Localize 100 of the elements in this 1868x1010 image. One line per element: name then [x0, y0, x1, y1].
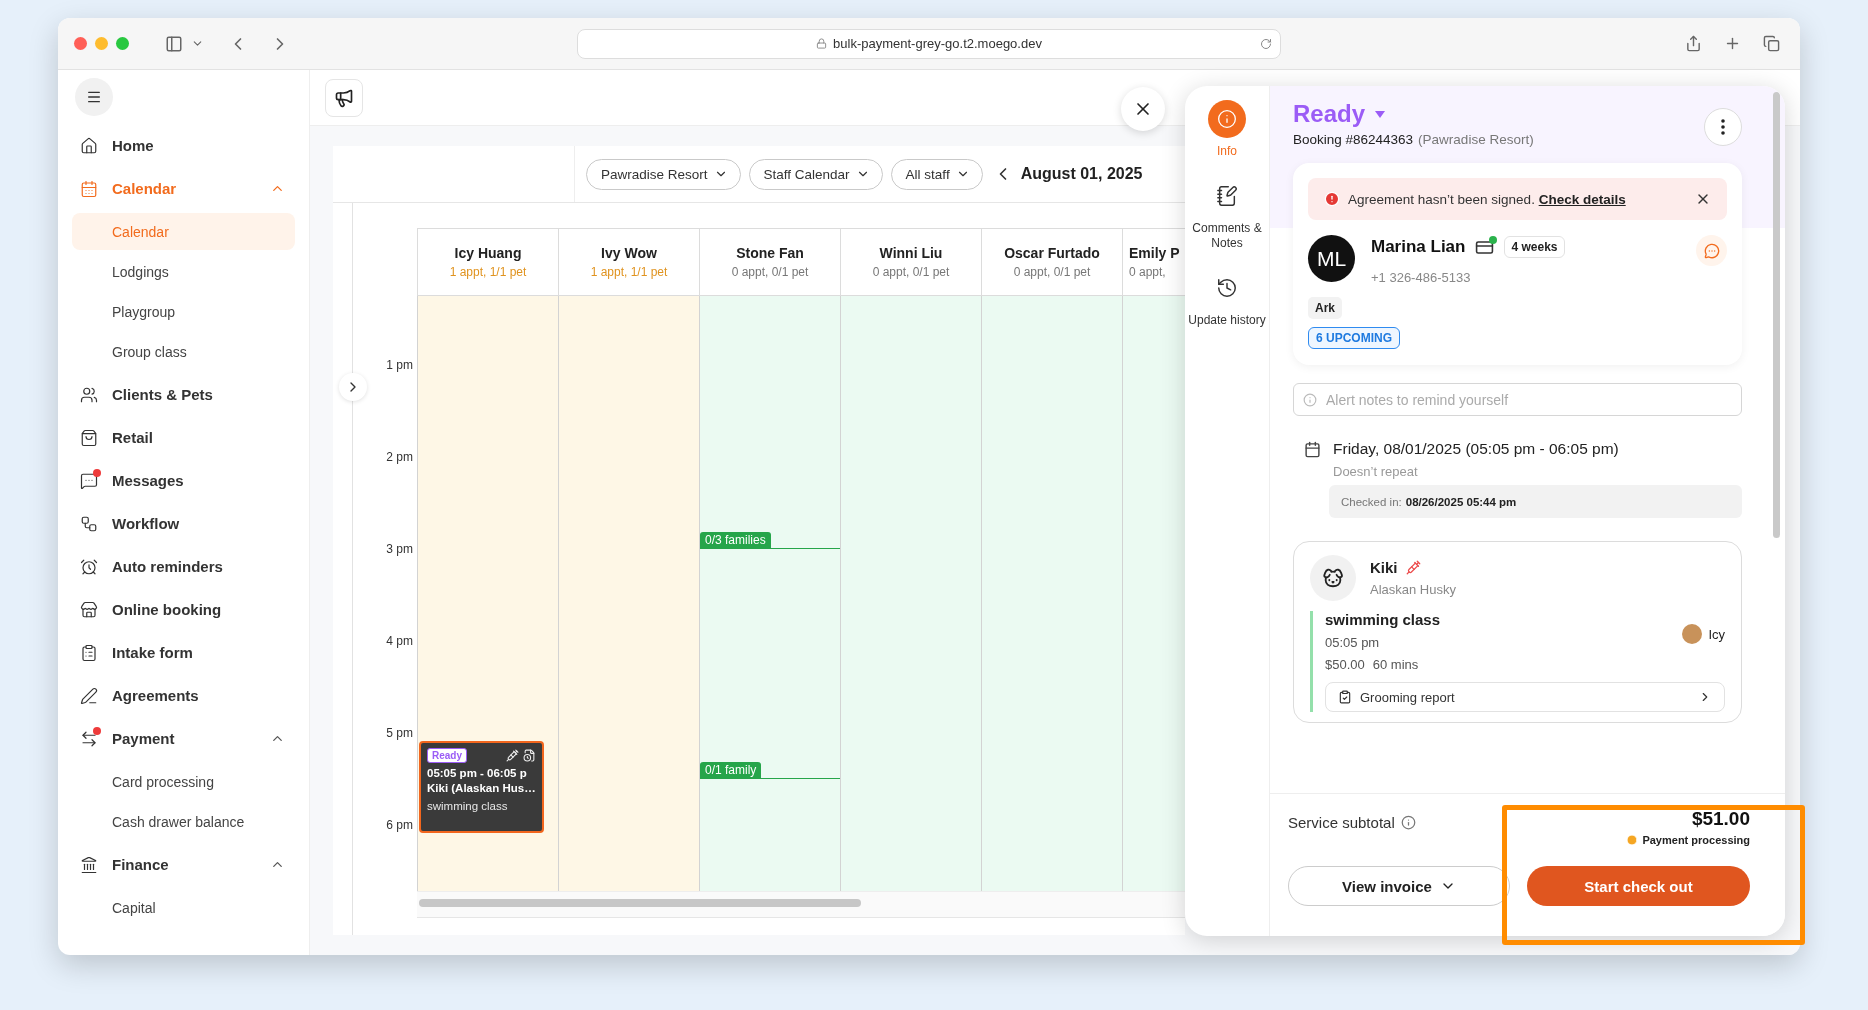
client-name[interactable]: Marina Lian	[1371, 237, 1466, 257]
lock-icon	[816, 38, 828, 49]
sidebar-item[interactable]: Online booking	[72, 588, 295, 631]
alert-icon	[1324, 191, 1340, 207]
status-tag: Ready	[427, 747, 467, 763]
staff-name: Ivy Wow	[601, 245, 657, 261]
appointment-time: 05:05 pm - 06:05 p	[427, 765, 528, 781]
sidebar-item[interactable]: Messages	[72, 459, 295, 502]
sidebar-toggle-icon[interactable]	[165, 34, 183, 53]
staff-summary: 0 appt, 0/1 pet	[731, 265, 809, 279]
staff-avatar	[1682, 624, 1703, 644]
credit-card-icon	[1475, 237, 1495, 257]
appointment-date: Friday, 08/01/2025 (05:05 pm - 06:05 pm)	[1333, 440, 1620, 458]
more-icon	[1721, 119, 1725, 135]
document-clock-icon	[523, 748, 536, 762]
info-icon	[1208, 100, 1246, 138]
sidebar-subitem[interactable]: Lodgings	[72, 253, 295, 290]
staff-summary: 1 appt, 1/1 pet	[590, 265, 668, 279]
more-button[interactable]	[1704, 108, 1742, 146]
staff-name: Icy Huang	[454, 245, 522, 261]
sidebar-item[interactable]: Workflow	[72, 502, 295, 545]
grooming-report-button[interactable]: Grooming report	[1325, 682, 1725, 712]
staff-summary: 0 appt, 0/1 pet	[1013, 265, 1091, 279]
scrollbar-thumb[interactable]	[419, 899, 861, 907]
pet-name: Kiki	[1370, 559, 1398, 576]
staff-name: Winni Liu	[879, 245, 943, 261]
view-invoice-button[interactable]: View invoice	[1288, 866, 1510, 906]
hour-label: 6 pm	[386, 818, 413, 832]
syringe-icon	[1405, 560, 1421, 575]
sidebar-item[interactable]: Clients & Pets	[72, 373, 295, 416]
address-bar[interactable]: bulk-payment-grey-go.t2.moego.dev	[577, 28, 1281, 59]
drawer-tab[interactable]: Comments & Notes	[1187, 177, 1267, 251]
check-details-link[interactable]: Check details	[1538, 191, 1626, 207]
hour-label: 5 pm	[386, 726, 413, 740]
message-button[interactable]	[1696, 235, 1727, 266]
info-icon[interactable]	[1400, 815, 1416, 830]
status-dropdown[interactable]: Ready	[1293, 100, 1534, 128]
booking-number: Booking #86244363	[1293, 132, 1414, 147]
filter-dropdown[interactable]: Pawradise Resort	[586, 158, 741, 190]
hour-label: 2 pm	[386, 450, 413, 464]
sidebar-subitem[interactable]: Group class	[72, 333, 295, 370]
subtotal-label: Service subtotal	[1288, 814, 1395, 831]
syringe-icon	[506, 748, 519, 762]
service-price: $50.00	[1325, 657, 1365, 672]
sidebar-item[interactable]: Finance	[72, 843, 295, 886]
client-phone: +1 326-486-5133	[1371, 270, 1472, 285]
service-duration: 60 mins	[1372, 657, 1419, 672]
sidebar-item[interactable]: Auto reminders	[72, 545, 295, 588]
appointment-card[interactable]: Ready 05:05 pm - 06:05 p Kiki (Alaskan Hus… swimming class	[419, 740, 544, 833]
expand-button[interactable]	[339, 373, 367, 401]
filter-dropdown[interactable]: Staff Calendar	[748, 158, 883, 190]
staff-summary: 1 appt, 1/1 pet	[449, 265, 527, 279]
sidebar-subitem[interactable]: Cash drawer balance	[72, 803, 295, 840]
hour-label: 4 pm	[386, 634, 413, 648]
frequency-tag: 4 weeks	[1504, 236, 1565, 258]
reload-icon[interactable]	[1260, 37, 1272, 50]
sidebar-subitem[interactable]: Capital	[72, 889, 295, 926]
alert-text: Agreement hasn’t been signed.	[1348, 191, 1536, 207]
repeat-text: Doesn’t repeat	[1333, 464, 1419, 479]
start-checkout-button[interactable]: Start check out	[1527, 866, 1750, 906]
sidebar-item[interactable]: Payment	[72, 717, 295, 760]
client-tag: Ark	[1308, 297, 1342, 319]
appointment-pet: Kiki (Alaskan Hus…	[427, 780, 536, 796]
checked-in-info: Checked in: 08/26/2025 05:44 pm	[1329, 485, 1742, 518]
payment-status: Payment processing	[1642, 834, 1750, 846]
new-tab-icon[interactable]	[1724, 35, 1741, 52]
dog-icon	[1310, 555, 1356, 601]
alert-notes-field[interactable]: Alert notes to remind yourself	[1293, 383, 1742, 416]
sidebar-subitem[interactable]: Card processing	[72, 763, 295, 800]
staff-summary: 0 appt, 0/1 pet	[872, 265, 950, 279]
staff-summary: 0 appt,	[1129, 265, 1166, 279]
upcoming-badge[interactable]: 6 UPCOMING	[1308, 327, 1400, 349]
scrollbar-thumb[interactable]	[1773, 92, 1780, 538]
share-icon[interactable]	[1685, 35, 1702, 52]
sidebar-item[interactable]: Intake form	[72, 631, 295, 674]
clock-icon	[1626, 834, 1639, 846]
chat-bubble-icon	[1703, 242, 1720, 259]
service-name: swimming class	[1325, 611, 1441, 628]
megaphone-icon[interactable]	[325, 78, 363, 117]
tabs-icon[interactable]	[1763, 35, 1780, 52]
close-window-icon[interactable]	[74, 37, 87, 50]
filter-dropdown[interactable]: All staff	[890, 158, 983, 190]
clipboard-icon	[1338, 690, 1352, 704]
menu-button[interactable]	[75, 78, 113, 116]
total-amount: $51.00	[1691, 808, 1750, 830]
client-avatar: ML	[1308, 235, 1355, 282]
hour-label: 1 pm	[386, 358, 413, 372]
staff-name: Emily P	[1129, 245, 1180, 261]
staff-name: Icy	[1708, 626, 1725, 642]
pet-breed: Alaskan Husky	[1370, 582, 1456, 597]
sidebar-item[interactable]: Home	[72, 124, 295, 167]
drawer-tab[interactable]: Update history	[1187, 269, 1267, 328]
sidebar-item[interactable]: Retail	[72, 416, 295, 459]
service-time: 05:05 pm	[1325, 635, 1381, 650]
appointment-service: swimming class	[427, 798, 509, 814]
sidebar-subitem[interactable]: Playgroup	[72, 293, 295, 330]
sidebar-item[interactable]: Agreements	[72, 674, 295, 717]
staff-name: Oscar Furtado	[1004, 245, 1100, 261]
staff-name: Stone Fan	[736, 245, 804, 261]
hour-label: 3 pm	[386, 542, 413, 556]
